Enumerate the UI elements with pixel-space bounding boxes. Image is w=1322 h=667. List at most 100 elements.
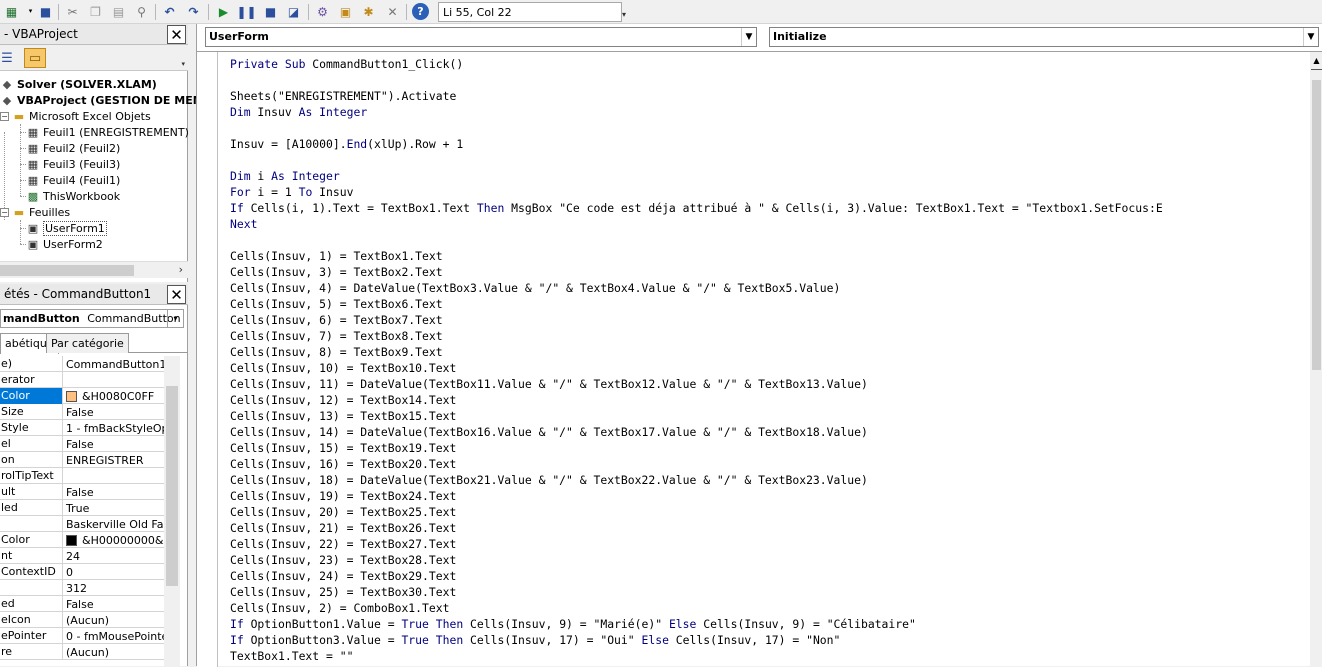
run-icon[interactable]: ▶ <box>215 3 232 20</box>
scrollbar-thumb[interactable] <box>166 386 178 586</box>
property-value[interactable]: False <box>64 484 180 500</box>
cut-icon[interactable]: ✂ <box>64 3 81 20</box>
code-line[interactable]: Cells(Insuv, 21) = TextBox26.Text <box>230 520 1310 536</box>
code-line[interactable]: If OptionButton3.Value = True Then Cells… <box>230 632 1310 648</box>
code-line[interactable]: Cells(Insuv, 13) = TextBox15.Text <box>230 408 1310 424</box>
toggle-folders-icon[interactable]: ▭ <box>24 48 46 68</box>
chevron-down-icon[interactable]: ▾ <box>167 310 183 327</box>
property-row[interactable]: re (Aucun) <box>0 644 180 660</box>
property-row[interactable]: Size False <box>0 404 180 420</box>
code-line[interactable]: Cells(Insuv, 7) = TextBox8.Text <box>230 328 1310 344</box>
object-selector[interactable]: mandButton CommandButton ▾ <box>0 309 184 328</box>
property-row[interactable]: e) CommandButton1 <box>0 356 180 372</box>
property-value[interactable]: Baskerville Old Face <box>64 516 180 532</box>
code-line[interactable]: Cells(Insuv, 16) = TextBox20.Text <box>230 456 1310 472</box>
property-value[interactable]: 1 - fmBackStyleOpac <box>64 420 180 436</box>
vertical-scrollbar[interactable]: ▲ <box>1310 52 1322 667</box>
property-row[interactable]: led True <box>0 500 180 516</box>
property-value[interactable]: ENREGISTRER <box>64 452 180 468</box>
code-line[interactable]: Cells(Insuv, 24) = TextBox29.Text <box>230 568 1310 584</box>
close-icon[interactable]: ✕ <box>167 285 186 304</box>
property-value[interactable]: True <box>64 500 180 516</box>
chevron-down-icon[interactable]: ▾ <box>622 10 626 19</box>
chevron-down-icon[interactable]: ▼ <box>741 28 756 46</box>
code-line[interactable]: Cells(Insuv, 11) = DateValue(TextBox11.V… <box>230 376 1310 392</box>
code-line[interactable]: Cells(Insuv, 18) = DateValue(TextBox21.V… <box>230 472 1310 488</box>
property-value[interactable]: &H0080C0FF▼ <box>64 388 180 404</box>
code-line[interactable]: Cells(Insuv, 14) = DateValue(TextBox16.V… <box>230 424 1310 440</box>
property-row[interactable]: Color &H00000000& <box>0 532 180 548</box>
scrollbar-thumb[interactable] <box>1312 80 1321 370</box>
indicator-margin[interactable] <box>197 52 218 667</box>
tree-item-userform2[interactable]: ▣ UserForm2 <box>26 236 103 252</box>
code-line[interactable]: Cells(Insuv, 20) = TextBox25.Text <box>230 504 1310 520</box>
chevron-up-icon[interactable]: ▲ <box>1310 56 1322 68</box>
split-bar[interactable] <box>1311 69 1322 70</box>
property-row[interactable]: Color&H0080C0FF▼ <box>0 388 180 404</box>
tree-item-feuil3[interactable]: ▦ Feuil3 (Feuil3) <box>26 156 120 172</box>
property-row[interactable]: on ENREGISTRER <box>0 452 180 468</box>
property-row[interactable]: el False <box>0 436 180 452</box>
property-value[interactable] <box>64 372 180 388</box>
tree-item-vbaproject[interactable]: ◆ VBAProject (GESTION DE MEMBI <box>0 92 216 108</box>
property-value[interactable]: 0 - fmMousePointerD <box>64 628 180 644</box>
code-line[interactable]: Cells(Insuv, 3) = TextBox2.Text <box>230 264 1310 280</box>
code-line[interactable]: Cells(Insuv, 6) = TextBox7.Text <box>230 312 1310 328</box>
vertical-scrollbar[interactable] <box>164 356 180 666</box>
find-icon[interactable]: ⚲ <box>133 3 150 20</box>
property-row[interactable]: erator <box>0 372 180 388</box>
property-row[interactable]: Style 1 - fmBackStyleOpac <box>0 420 180 436</box>
undo-icon[interactable]: ↶ <box>161 3 178 20</box>
property-value[interactable]: 24 <box>64 548 180 564</box>
object-browser-icon[interactable]: ✱ <box>360 3 377 20</box>
break-icon[interactable]: ❚❚ <box>236 3 256 20</box>
code-line[interactable]: Cells(Insuv, 10) = TextBox10.Text <box>230 360 1310 376</box>
code-line[interactable]: For i = 1 To Insuv <box>230 184 1310 200</box>
property-value[interactable]: 312 <box>64 580 180 596</box>
tree-item-feuilles[interactable]: − ▬ Feuilles <box>0 204 70 220</box>
tree-item-thisworkbook[interactable]: ▩ ThisWorkbook <box>26 188 120 204</box>
code-line[interactable]: Cells(Insuv, 23) = TextBox28.Text <box>230 552 1310 568</box>
object-combo[interactable]: UserForm ▼ <box>205 27 757 47</box>
property-row[interactable]: nt 24 <box>0 548 180 564</box>
property-value[interactable]: CommandButton1 <box>64 356 180 372</box>
tab-by-category[interactable]: Par catégorie <box>46 333 129 353</box>
horizontal-scrollbar[interactable]: › <box>0 261 188 278</box>
code-line[interactable] <box>230 120 1310 136</box>
property-row[interactable]: ed False <box>0 596 180 612</box>
property-row[interactable]: rolTipText <box>0 468 180 484</box>
tree-item-feuil4[interactable]: ▦ Feuil4 (Feuil1) <box>26 172 120 188</box>
view-excel-icon[interactable]: ▦ <box>3 3 20 20</box>
property-row[interactable]: Baskerville Old Face <box>0 516 180 532</box>
property-value[interactable]: (Aucun) <box>64 644 180 660</box>
property-value[interactable]: False <box>64 404 180 420</box>
code-line[interactable]: Sheets("ENREGISTREMENT").Activate <box>230 88 1310 104</box>
code-line[interactable]: Cells(Insuv, 19) = TextBox24.Text <box>230 488 1310 504</box>
chevron-right-icon[interactable]: › <box>179 263 183 276</box>
code-line[interactable] <box>230 232 1310 248</box>
paste-icon[interactable]: ▤ <box>110 3 127 20</box>
code-line[interactable]: Next <box>230 216 1310 232</box>
code-line[interactable]: Cells(Insuv, 2) = ComboBox1.Text <box>230 600 1310 616</box>
property-value[interactable] <box>64 468 180 484</box>
code-text[interactable]: Private Sub CommandButton1_Click() Sheets… <box>230 56 1310 667</box>
collapse-icon[interactable]: − <box>0 111 9 121</box>
property-row[interactable]: ePointer 0 - fmMousePointerD <box>0 628 180 644</box>
tree-item-feuil1[interactable]: ▦ Feuil1 (ENREGISTREMENT) <box>26 124 189 140</box>
property-row[interactable]: ContextID 0 <box>0 564 180 580</box>
property-row[interactable]: eIcon (Aucun) <box>0 612 180 628</box>
procedure-combo[interactable]: Initialize ▼ <box>769 27 1319 47</box>
property-value[interactable]: 0 <box>64 564 180 580</box>
code-line[interactable]: Cells(Insuv, 25) = TextBox30.Text <box>230 584 1310 600</box>
code-line[interactable]: Cells(Insuv, 15) = TextBox19.Text <box>230 440 1310 456</box>
chevron-down-icon[interactable]: ▼ <box>1303 28 1318 46</box>
scrollbar-thumb[interactable] <box>0 265 134 276</box>
code-line[interactable] <box>230 152 1310 168</box>
tree-item-feuil2[interactable]: ▦ Feuil2 (Feuil2) <box>26 140 120 156</box>
tree-item-excel-objects[interactable]: − ▬ Microsoft Excel Objets <box>0 108 151 124</box>
code-line[interactable]: Private Sub CommandButton1_Click() <box>230 56 1310 72</box>
code-line[interactable]: Cells(Insuv, 4) = DateValue(TextBox3.Val… <box>230 280 1310 296</box>
copy-icon[interactable]: ❐ <box>87 3 104 20</box>
close-icon[interactable]: ✕ <box>167 25 186 44</box>
code-line[interactable]: Cells(Insuv, 8) = TextBox9.Text <box>230 344 1310 360</box>
